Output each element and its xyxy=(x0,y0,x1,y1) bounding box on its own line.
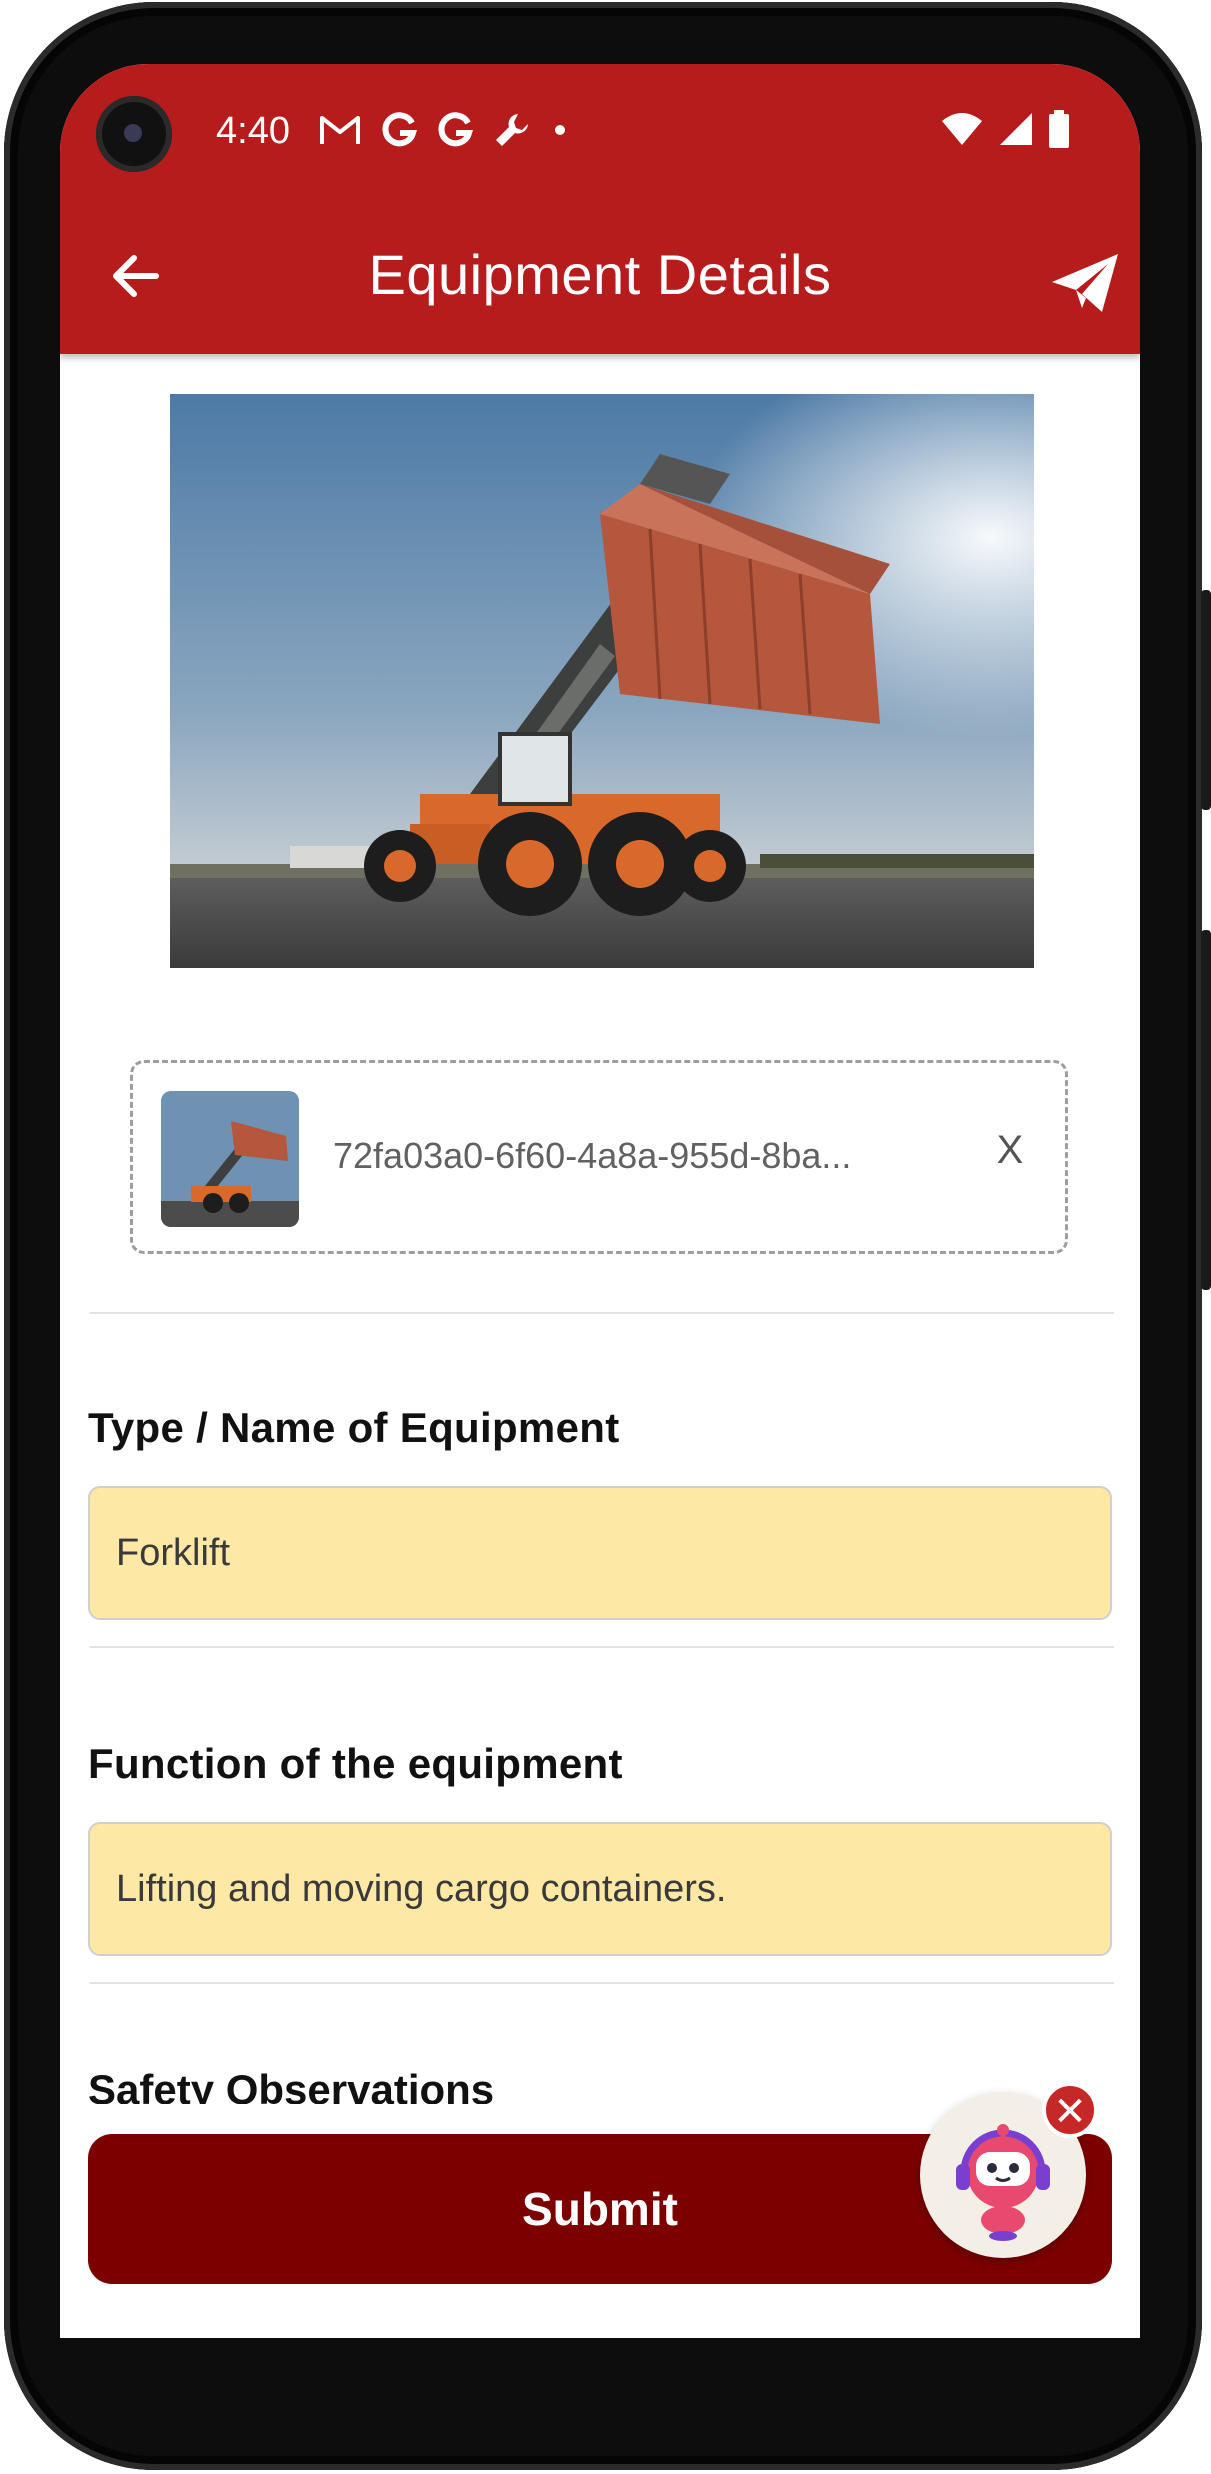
attachment-filename: 72fa03a0-6f60-4a8a-955d-8ba... xyxy=(333,1135,852,1176)
front-camera xyxy=(96,96,172,172)
divider xyxy=(90,1312,1114,1314)
signal-icon xyxy=(1000,113,1032,145)
gmail-icon xyxy=(320,116,360,144)
phone-frame: 4:40 Equipment Details 72fa03a0-6f60-4a8… xyxy=(0,0,1211,2474)
safety-observations-label: Safety Observations xyxy=(88,2066,495,2104)
thumbnail-image xyxy=(161,1091,299,1227)
close-assistant-button[interactable]: ✕ xyxy=(1042,2082,1098,2138)
attachment-thumbnail[interactable] xyxy=(161,1091,299,1227)
screen: 4:40 Equipment Details 72fa03a0-6f60-4a8… xyxy=(60,64,1140,2338)
system-status-icons xyxy=(940,110,1070,148)
app-bar: Equipment Details xyxy=(60,194,1140,354)
attachment-card: 72fa03a0-6f60-4a8a-955d-8ba... X xyxy=(130,1060,1068,1254)
dot-icon xyxy=(555,125,565,135)
divider xyxy=(90,1646,1114,1648)
divider xyxy=(90,1982,1114,1984)
wifi-icon xyxy=(942,113,982,145)
equipment-name-label: Type / Name of Equipment xyxy=(88,1404,620,1451)
battery-icon xyxy=(1049,110,1069,148)
paper-plane-icon xyxy=(1052,254,1118,312)
reach-stacker-illustration xyxy=(170,394,1034,968)
status-time: 4:40 xyxy=(216,110,290,152)
equipment-photo xyxy=(170,394,1034,968)
notification-icons xyxy=(318,106,570,154)
equipment-function-input[interactable]: Lifting and moving cargo containers. xyxy=(88,1822,1112,1956)
wrench-icon xyxy=(496,114,528,146)
google-icon xyxy=(438,112,473,147)
status-bar: 4:40 xyxy=(60,64,1140,194)
volume-button xyxy=(1201,930,1211,1290)
send-button[interactable] xyxy=(1050,252,1120,314)
power-button xyxy=(1201,590,1211,810)
google-icon xyxy=(382,112,417,147)
remove-attachment-button[interactable]: X xyxy=(985,1115,1035,1185)
equipment-function-label: Function of the equipment xyxy=(88,1740,623,1787)
page-title: Equipment Details xyxy=(368,243,832,306)
equipment-name-input[interactable]: Forklift xyxy=(88,1486,1112,1620)
